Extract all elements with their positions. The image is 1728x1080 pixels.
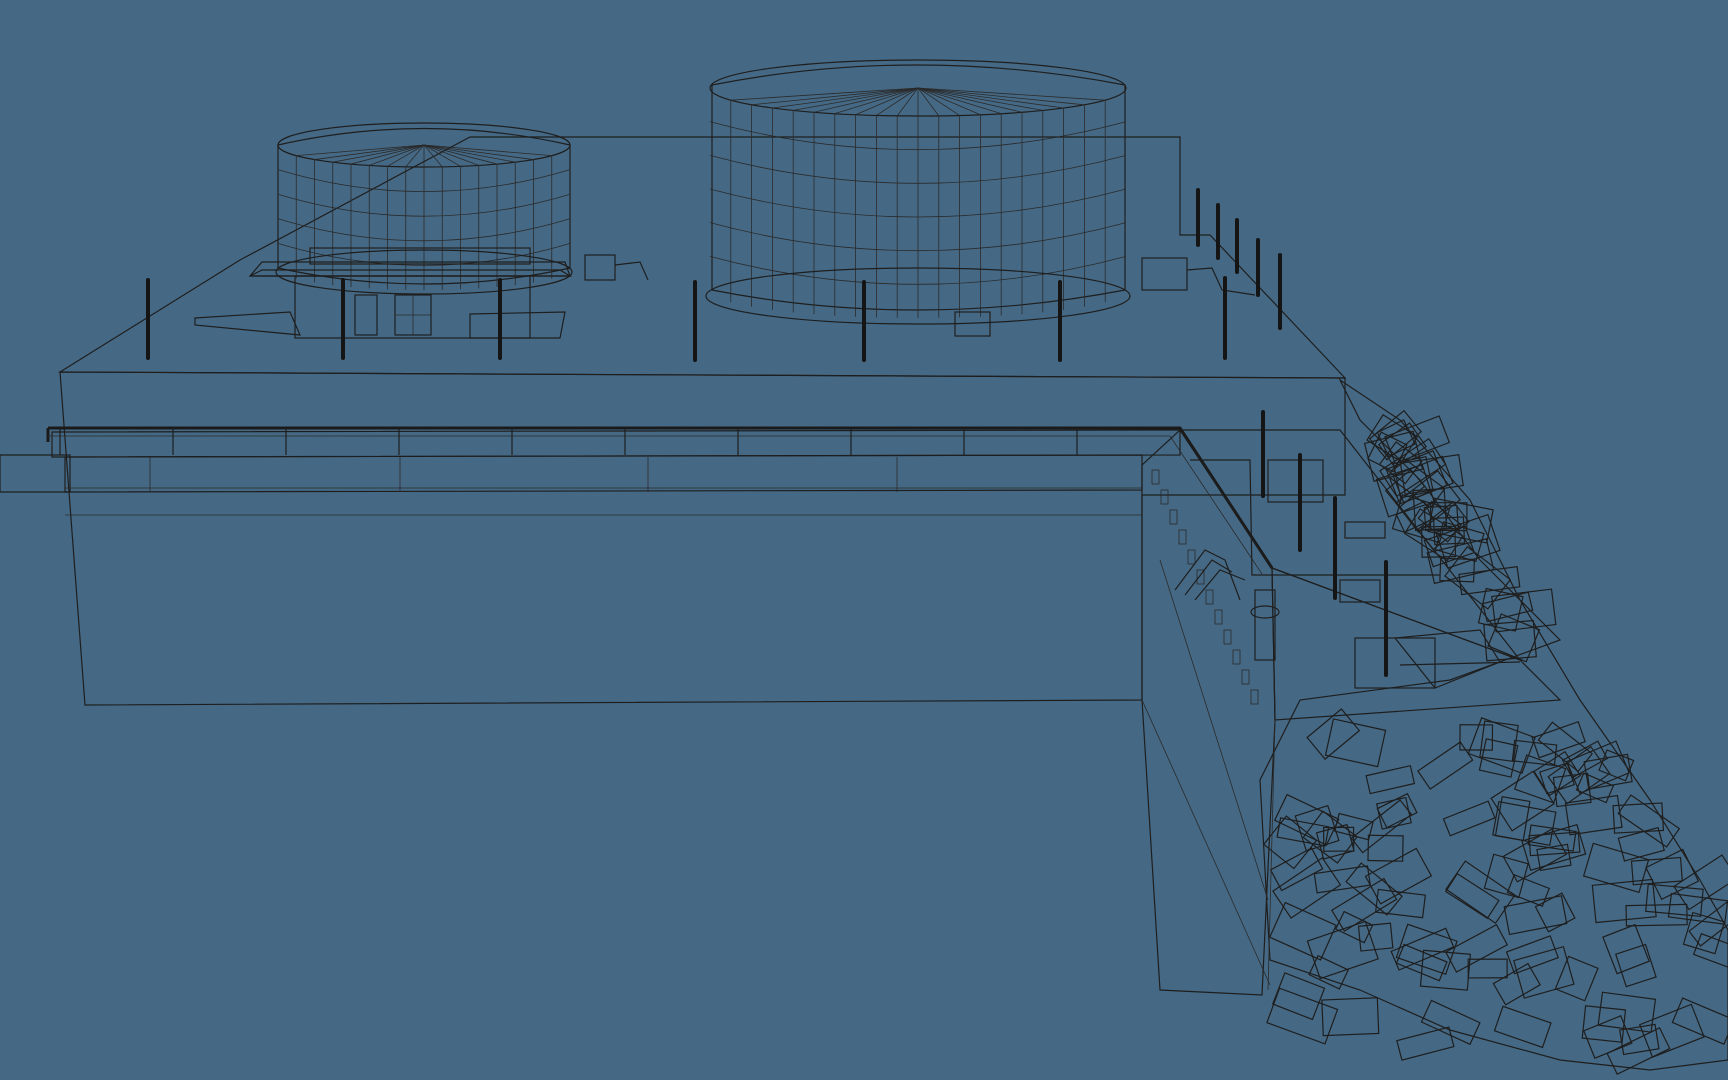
rock-block (1581, 1005, 1627, 1043)
rock-block (1490, 770, 1555, 832)
rock-block (1417, 741, 1474, 790)
fender (1187, 549, 1196, 565)
rock-block (1374, 888, 1427, 919)
rock-block (1459, 724, 1494, 751)
pier-fenders (1151, 469, 1259, 705)
rock-block (1367, 834, 1404, 862)
rock-block (1513, 945, 1575, 999)
fender (1178, 529, 1187, 545)
rock-block (1269, 847, 1324, 892)
rock-block (1365, 764, 1416, 795)
rock-block (1625, 903, 1688, 927)
rock-block (1345, 862, 1403, 916)
fender (1214, 609, 1223, 625)
rock-block (1357, 922, 1394, 952)
rock-block (1682, 911, 1726, 955)
rock-block (1554, 955, 1599, 1002)
rock-block (1271, 972, 1326, 1021)
fender (1223, 629, 1232, 645)
front-walkway (51, 429, 1181, 493)
front-railing (46, 426, 1274, 575)
rock-block (1671, 997, 1728, 1045)
rock-block (1420, 999, 1481, 1046)
rock-block (1364, 847, 1433, 905)
rock-block (1494, 795, 1531, 842)
loading-arms (1174, 549, 1246, 601)
rock-block (1273, 793, 1340, 846)
rock-block (1313, 865, 1371, 894)
pier-right (1141, 429, 1562, 996)
rock-block (1493, 1005, 1552, 1049)
rock-block (1391, 493, 1451, 544)
rock-block (1467, 717, 1536, 775)
fender (1250, 689, 1259, 705)
rock-block (1306, 708, 1361, 760)
lamp-posts (146, 188, 1388, 677)
rock-block (1692, 932, 1728, 976)
fender (1151, 469, 1160, 485)
rock-block (1606, 1027, 1671, 1075)
rock-block (1506, 874, 1551, 907)
platform-front-wall (59, 371, 1346, 706)
rock-block (1491, 588, 1557, 633)
rock-block (1419, 949, 1472, 991)
rock-block (1503, 895, 1568, 936)
rock-block (1614, 943, 1657, 988)
rock-block (1442, 800, 1496, 837)
fender (1169, 509, 1178, 525)
rock-block (1268, 901, 1337, 961)
rock-block (1528, 831, 1581, 857)
rock-block (1396, 1026, 1455, 1061)
3d-viewport[interactable] (0, 0, 1728, 1080)
wireframe-scene (0, 59, 1728, 1075)
rock-block (1617, 794, 1681, 848)
fender (1205, 589, 1214, 605)
rock-block (1566, 740, 1630, 795)
storage-tank-large (705, 59, 1131, 325)
fender (1160, 489, 1169, 505)
storage-tank-small (275, 122, 573, 295)
fender (1241, 669, 1250, 685)
walkway-left (0, 454, 71, 493)
rock-block (1444, 872, 1500, 920)
rock-block (1602, 923, 1650, 975)
rock-block (1272, 857, 1342, 919)
pier-equipment (1174, 459, 1521, 689)
fender (1232, 649, 1241, 665)
rock-block (1492, 962, 1542, 1006)
rock-block (1638, 1003, 1705, 1058)
rock-breakwater (1259, 378, 1728, 1075)
